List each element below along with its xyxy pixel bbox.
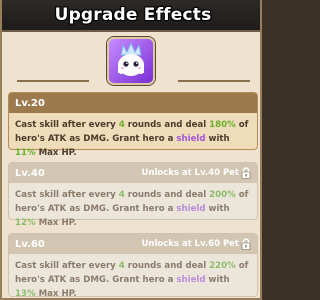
panel-header: Upgrade Effects — [2, 0, 260, 32]
unlock-text: Unlocks at Lv.60 Pet — [141, 239, 239, 249]
level-label: Lv.20 — [15, 97, 45, 109]
shield-keyword: shield — [176, 134, 206, 144]
level-description: Cast skill after every 4 rounds and deal… — [15, 120, 249, 158]
level-header: Lv.20 — [9, 93, 257, 113]
damage-percent: 180% — [209, 120, 236, 130]
level-card-lv40: Lv.40 Unlocks at Lv.40 Pet Cast skill af… — [8, 162, 258, 228]
hp-percent: 12% — [15, 218, 36, 228]
level-description: Cast skill after every 4 rounds and deal… — [15, 261, 249, 299]
lock-icon — [241, 167, 251, 179]
level-header: Lv.60 Unlocks at Lv.60 Pet — [9, 234, 257, 254]
level-card-lv60: Lv.60 Unlocks at Lv.60 Pet Cast skill af… — [8, 233, 258, 299]
panel-title: Upgrade Effects — [54, 5, 212, 25]
damage-percent: 220% — [209, 261, 236, 271]
level-header: Lv.40 Unlocks at Lv.40 Pet — [9, 163, 257, 183]
upgrade-effects-panel: Upgrade Effects Lv.20 Cast skill after e… — [0, 0, 262, 300]
damage-percent: 200% — [209, 190, 236, 200]
crowned-ghost-skill-icon — [107, 37, 155, 85]
unlock-text: Unlocks at Lv.40 Pet — [141, 168, 239, 178]
hp-percent: 13% — [15, 289, 36, 299]
shield-keyword: shield — [176, 204, 206, 214]
divider-left — [17, 80, 89, 82]
lock-icon — [241, 238, 251, 250]
unlock-requirement: Unlocks at Lv.40 Pet — [141, 167, 251, 179]
unlock-requirement: Unlocks at Lv.60 Pet — [141, 238, 251, 250]
level-description: Cast skill after every 4 rounds and deal… — [15, 190, 249, 228]
hp-percent: 11% — [15, 148, 36, 158]
level-label: Lv.60 — [15, 238, 45, 250]
level-label: Lv.40 — [15, 167, 45, 179]
divider-right — [178, 80, 250, 82]
level-card-lv20: Lv.20 Cast skill after every 4 rounds an… — [8, 92, 258, 158]
shield-keyword: shield — [176, 275, 206, 285]
